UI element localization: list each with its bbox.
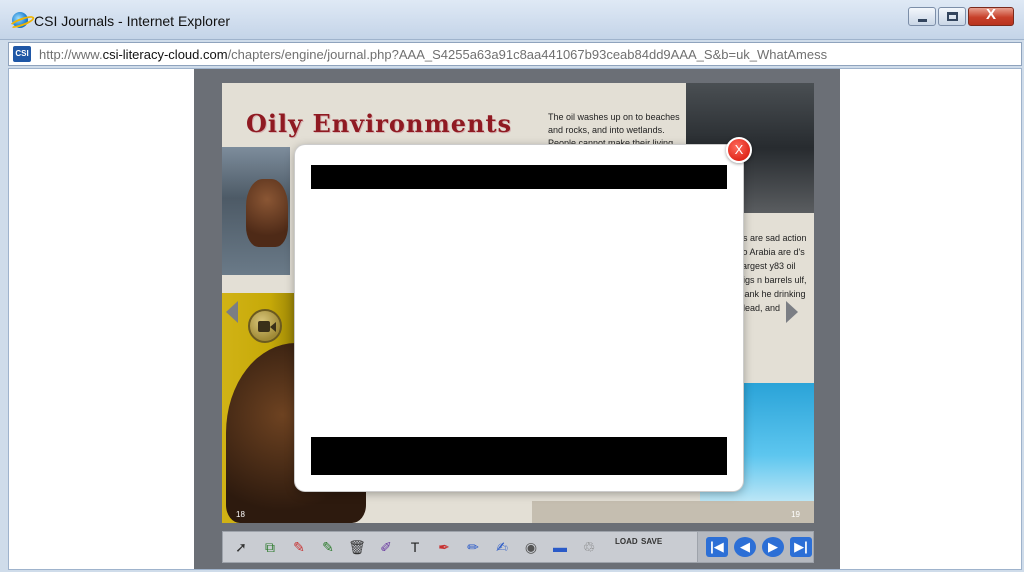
next-page-button[interactable]: ▶: [762, 537, 784, 557]
prev-page-button[interactable]: ◀: [734, 537, 756, 557]
pen-red-icon[interactable]: ✒: [434, 537, 454, 557]
url-prefix: http://www.: [39, 47, 103, 62]
trash-icon[interactable]: 🗑: [347, 537, 367, 557]
close-window-button[interactable]: X: [968, 6, 1014, 26]
right-column-text: rs are sad action to Arabia are d's larg…: [740, 233, 807, 313]
eraser-icon[interactable]: ✐: [376, 537, 396, 557]
address-bar[interactable]: CSI http://www.csi-literacy-cloud.com/ch…: [8, 42, 1022, 66]
window-titlebar: CSI Journals - Internet Explorer X: [0, 0, 1024, 40]
first-page-button[interactable]: |◀: [706, 537, 728, 557]
window-controls: X: [908, 6, 1014, 26]
palette-icon[interactable]: ◉: [521, 537, 541, 557]
annotation-toolbar: ➚ ⧉ ✎ ✎ 🗑 ✐ T ✒ ✏ ✍ ◉ ▬ ♲ LOAD SAVE |◀ ◀ ▶ ▶|: [222, 531, 814, 563]
page-navigation: |◀ ◀ ▶ ▶|: [697, 532, 813, 562]
url-host: csi-literacy-cloud.com: [102, 47, 228, 62]
save-button[interactable]: SAVE: [641, 537, 662, 557]
oiled-bird-image: [246, 179, 288, 247]
pen-blue-icon[interactable]: ✏: [463, 537, 483, 557]
browser-content: Oily Environments The oil washes up on t…: [8, 68, 1022, 570]
maximize-icon: [947, 12, 958, 21]
shape-icon[interactable]: ▬: [550, 537, 570, 557]
remove-highlight-icon[interactable]: ✎: [318, 537, 338, 557]
next-page-arrow-icon[interactable]: [786, 301, 798, 323]
highlight-icon[interactable]: ✎: [289, 537, 309, 557]
maximize-button[interactable]: [938, 7, 966, 26]
text-tool-icon[interactable]: T: [405, 537, 425, 557]
close-icon: X: [985, 6, 996, 23]
modal-close-button[interactable]: X: [726, 137, 752, 163]
page-title: Oily Environments: [246, 109, 513, 138]
previous-page-arrow-icon[interactable]: [226, 301, 238, 323]
last-page-button[interactable]: ▶|: [790, 537, 812, 557]
video-modal: X: [295, 137, 752, 491]
modal-header-bar: [311, 165, 727, 189]
minimize-icon: [918, 19, 927, 22]
add-bookmark-icon[interactable]: ⧉: [260, 537, 280, 557]
stamp-icon[interactable]: ♲: [579, 537, 599, 557]
minimize-button[interactable]: [908, 7, 936, 26]
pointer-tool-icon[interactable]: ➚: [231, 537, 251, 557]
internet-explorer-icon: [12, 12, 28, 28]
load-button[interactable]: LOAD: [615, 537, 638, 557]
modal-footer-bar: [311, 437, 727, 475]
url-path: /chapters/engine/journal.php?AAA_S4255a6…: [227, 47, 828, 62]
page-number-right: 19: [791, 510, 800, 519]
page-number-left: 18: [236, 510, 245, 519]
url-text: http://www.csi-literacy-cloud.com/chapte…: [39, 47, 827, 62]
edit-note-icon[interactable]: ✍: [492, 537, 512, 557]
window-title: CSI Journals - Internet Explorer: [34, 13, 231, 29]
site-favicon: CSI: [13, 46, 31, 62]
beach-photo: [532, 501, 814, 523]
video-icon[interactable]: [248, 309, 282, 343]
